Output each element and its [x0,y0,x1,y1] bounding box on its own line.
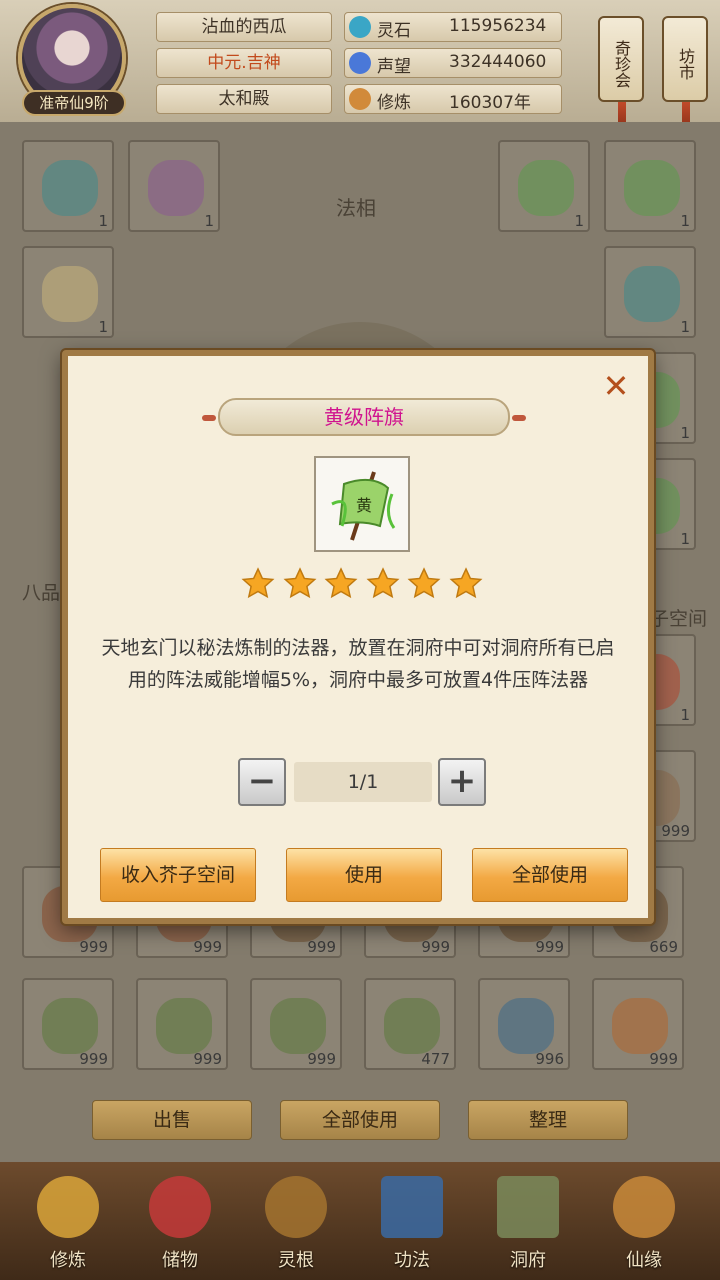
meditation-icon [349,88,371,110]
inventory-slot[interactable]: 999 [22,978,114,1070]
star-icon [324,567,358,599]
star-icon [366,567,400,599]
nav-storage[interactable]: 储物 [130,1170,230,1274]
use-all-button-bg[interactable]: 全部使用 [280,1100,440,1140]
equip-slot[interactable]: 1 [22,246,114,338]
inventory-slot[interactable]: 477 [364,978,456,1070]
resource-label: 修炼 [377,93,411,113]
inventory-slot[interactable]: 996 [478,978,570,1070]
item-detail-dialog: ✕ 黄级阵旗 黄 天地玄门以秘法炼制的法器，放置在洞府中可对洞府所有已启用的阵法… [62,350,654,924]
quantity-decrease-button[interactable]: − [238,758,286,806]
equip-slot[interactable]: 1 [498,140,590,232]
equip-slot[interactable]: 1 [604,140,696,232]
item-description: 天地玄门以秘法炼制的法器，放置在洞府中可对洞府所有已启用的阵法威能增幅5%，洞府… [101,637,615,691]
resource-label: 灵石 [377,21,411,41]
section-left-label: 八品 [22,582,61,604]
gourd-icon [613,1176,675,1238]
inventory-slot[interactable]: 999 [250,978,342,1070]
resource-cultivation: 修炼 160307年 [344,84,562,114]
section-right-label: 子空间 [650,608,708,630]
nav-fate[interactable]: 仙缘 [594,1170,694,1274]
player-name: 沾血的西瓜 [156,12,332,42]
equip-slot[interactable]: 1 [22,140,114,232]
market-button[interactable]: 坊市 [662,16,708,130]
cave-house-icon [497,1176,559,1238]
use-button[interactable]: 使用 [286,848,442,902]
nav-cave[interactable]: 洞府 [478,1170,578,1274]
resource-prestige: 声望 332444060 [344,48,562,78]
equip-slot[interactable]: 1 [128,140,220,232]
star-rating [240,566,484,606]
resource-value: 332444060 [449,52,547,72]
star-icon [407,567,441,599]
quantity-increase-button[interactable]: + [438,758,486,806]
nav-spirit-root[interactable]: 灵根 [246,1170,346,1274]
nav-technique[interactable]: 功法 [362,1170,462,1274]
close-icon[interactable]: ✕ [600,370,632,402]
nav-cultivate[interactable]: 修炼 [18,1170,118,1274]
realm-badge: 准帝仙9阶 [22,90,126,116]
star-icon [241,567,275,599]
quantity-field[interactable]: 1/1 [294,762,432,802]
bottom-nav: 修炼 储物 灵根 功法 洞府 仙缘 [0,1162,720,1280]
inventory-slot[interactable]: 999 [592,978,684,1070]
spirit-stone-icon [349,16,371,38]
top-header: 准帝仙9阶 沾血的西瓜 中元.吉神 太和殿 灵石 115956234 声望 33… [0,0,720,130]
flag-character: 黄 [356,496,372,515]
sell-button[interactable]: 出售 [92,1100,252,1140]
technique-book-icon [381,1176,443,1238]
use-all-button[interactable]: 全部使用 [472,848,628,902]
figure-label: 法相 [336,196,376,220]
store-in-space-button[interactable]: 收入芥子空间 [100,848,256,902]
resource-value: 115956234 [449,16,547,36]
yellow-array-flag-icon: 黄 [331,471,396,541]
sort-button[interactable]: 整理 [468,1100,628,1140]
cultivate-icon [37,1176,99,1238]
location-name: 太和殿 [156,84,332,114]
storage-bag-icon [149,1176,211,1238]
spirit-root-icon [265,1176,327,1238]
equip-slot[interactable]: 1 [604,246,696,338]
star-icon [283,567,317,599]
resource-spirit-stone: 灵石 115956234 [344,12,562,42]
treasure-auction-button[interactable]: 奇珍会 [598,16,644,130]
inventory-slot[interactable]: 999 [136,978,228,1070]
resource-value: 160307年 [449,93,531,113]
item-title: 黄级阵旗 [202,398,526,436]
prestige-crystal-icon [349,52,371,74]
resource-label: 声望 [377,57,411,77]
star-icon [449,567,483,599]
item-icon-frame: 黄 [314,456,410,552]
server-name: 中元.吉神 [156,48,332,78]
